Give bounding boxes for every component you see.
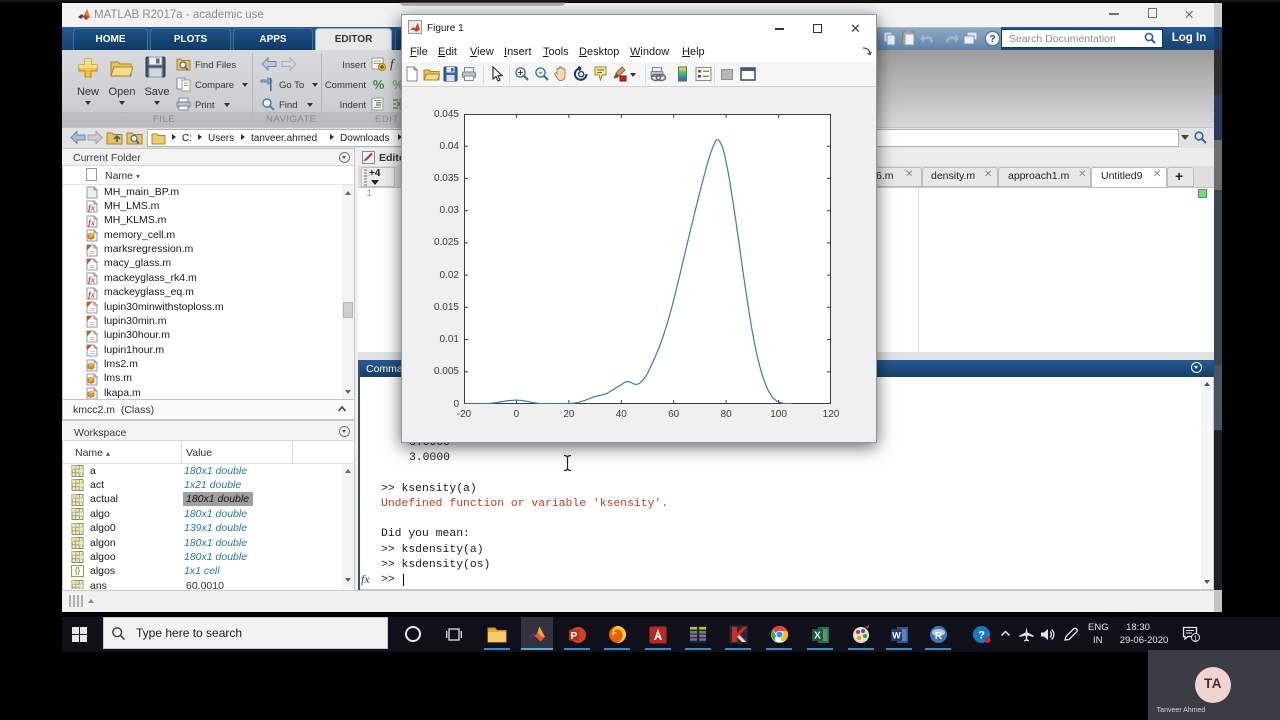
svg-text:fx: fx [88, 204, 95, 213]
svg-text:fx: fx [88, 218, 95, 227]
svg-text:R: R [935, 631, 943, 642]
svg-text:W: W [892, 631, 901, 641]
svg-text:fx: fx [88, 276, 95, 285]
svg-text:fx: fx [88, 290, 95, 299]
svg-text:P: P [571, 631, 578, 642]
svg-text:%: % [373, 77, 385, 92]
svg-text:-: - [539, 68, 542, 78]
svg-text:+: + [518, 68, 523, 78]
svg-text:?: ? [989, 34, 995, 45]
svg-text:X: X [814, 631, 821, 642]
svg-text:?: ? [978, 630, 985, 642]
svg-text:1: 1 [1194, 635, 1198, 642]
